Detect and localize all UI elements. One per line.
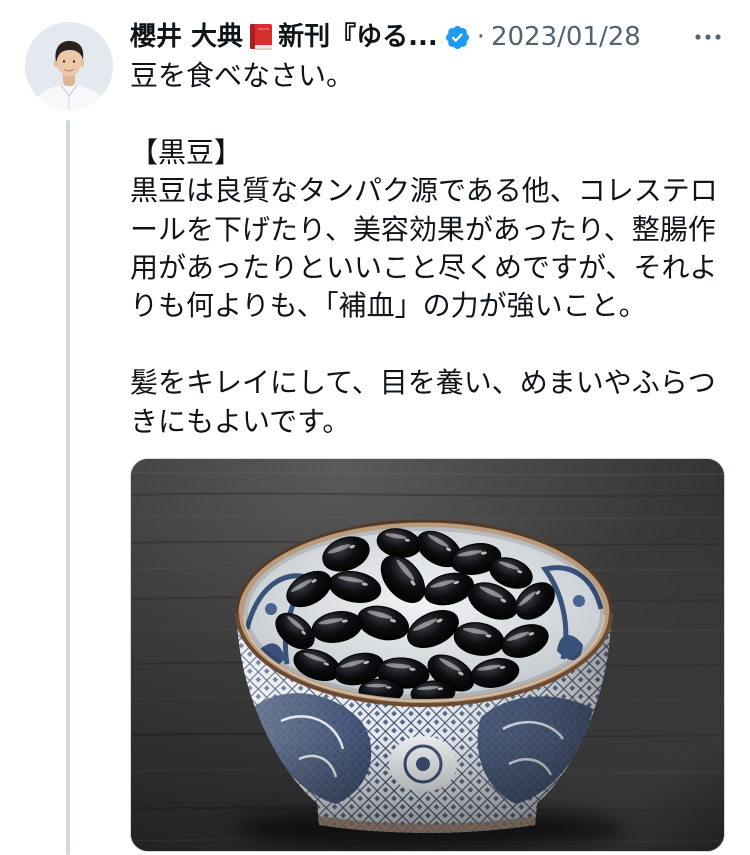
tweet-text-line: 用があったりといいこと尽くめですが、それよ bbox=[130, 250, 718, 284]
avatar-photo bbox=[25, 22, 113, 110]
author-name[interactable]: 櫻井 大典 bbox=[130, 18, 243, 56]
black-beans-bowl-photo bbox=[131, 459, 724, 851]
thread-line bbox=[66, 120, 70, 855]
author-name-suffix[interactable]: 新刊『ゆる... bbox=[278, 18, 438, 56]
tweet-header: 櫻井 大典 新刊『ゆる... · 2023/01/28 bbox=[130, 18, 685, 56]
tweet-text-line: 髪をキレイにして、目を養い、めまいやふらつ bbox=[130, 366, 716, 400]
tweet-text: 豆を食べなさい。 【黒豆】 黒豆は良質なタンパク源である他、コレステロ ールを下… bbox=[130, 57, 742, 441]
tweet-paragraph: 豆を食べなさい。 bbox=[130, 57, 742, 95]
verified-badge-icon bbox=[445, 25, 469, 49]
tweet-text-line: ールを下げたり、美容効果があったり、整腸作 bbox=[130, 212, 716, 246]
more-icon bbox=[695, 34, 721, 40]
tweet-photo[interactable] bbox=[130, 458, 725, 852]
tweet-date[interactable]: 2023/01/28 bbox=[491, 18, 641, 56]
header-separator: · bbox=[476, 22, 485, 52]
more-options-button[interactable] bbox=[692, 24, 724, 50]
tweet-paragraph: 【黒豆】 黒豆は良質なタンパク源である他、コレステロ ールを下げたり、美容効果が… bbox=[130, 134, 742, 326]
tweet-paragraph: 髪をキレイにして、目を養い、めまいやふらつ きにもよいです。 bbox=[130, 364, 742, 441]
tweet-text-line: りも何よりも、「補血」の力が強いこと。 bbox=[130, 289, 647, 323]
tweet-text-line: 黒豆は良質なタンパク源である他、コレステロ bbox=[130, 174, 718, 208]
tweet-text-line: 【黒豆】 bbox=[130, 135, 243, 169]
author-avatar[interactable] bbox=[25, 22, 113, 110]
tweet-text-line: きにもよいです。 bbox=[130, 404, 351, 438]
red-book-icon bbox=[250, 24, 273, 50]
tweet-text-line: 豆を食べなさい。 bbox=[130, 59, 355, 92]
